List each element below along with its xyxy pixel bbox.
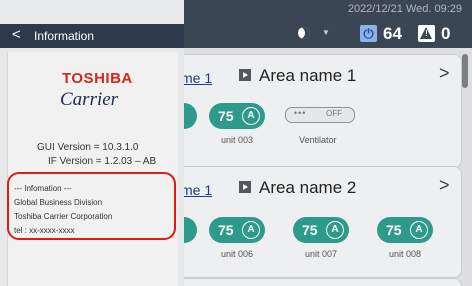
unit-pill[interactable]: 75 A bbox=[293, 217, 349, 243]
toshiba-logo: TOSHIBA bbox=[62, 70, 133, 87]
unit-temp: 75 bbox=[218, 222, 234, 238]
unit-label: unit 003 bbox=[221, 135, 254, 145]
scrollbar[interactable] bbox=[462, 54, 468, 88]
auto-mode-icon: A bbox=[326, 221, 344, 239]
information-panel: < Information TOSHIBA Carrier GUI Versio… bbox=[0, 0, 184, 286]
chevron-right-icon[interactable]: > bbox=[439, 63, 450, 84]
ventilator-dots: ••• bbox=[294, 108, 307, 118]
dropdown-arrow-icon[interactable]: ▼ bbox=[322, 28, 330, 37]
back-icon[interactable]: < bbox=[12, 26, 21, 43]
unit-label: unit 008 bbox=[389, 249, 422, 259]
area-name: Area name 1 bbox=[259, 66, 357, 85]
auto-mode-icon: A bbox=[410, 221, 428, 239]
panel-title: Information bbox=[34, 29, 95, 43]
area-link[interactable]: me 1 bbox=[181, 182, 212, 198]
unit-temp: 75 bbox=[302, 222, 318, 238]
mode-icon[interactable] bbox=[298, 27, 310, 39]
ventilator-toggle[interactable]: ••• OFF bbox=[285, 107, 355, 123]
panel-body bbox=[7, 52, 178, 286]
unit-pill[interactable]: 75 A bbox=[209, 103, 265, 129]
controller-screen: 2022/12/21 Wed. 09:29 ▼ ⏻ 64 ! 0 me 1 Ar… bbox=[0, 0, 472, 286]
power-icon[interactable]: ⏻ bbox=[360, 25, 377, 42]
if-version: IF Version = 1.2.03 – AB bbox=[48, 156, 157, 167]
unit-label: unit 006 bbox=[221, 249, 254, 259]
panel-header: < Information bbox=[0, 24, 184, 48]
area-link[interactable]: me 1 bbox=[181, 70, 212, 86]
power-count: 64 bbox=[383, 24, 402, 43]
area-name: Area name 2 bbox=[259, 178, 357, 197]
datetime: 2022/12/21 Wed. 09:29 bbox=[347, 3, 462, 15]
carrier-logo: Carrier bbox=[60, 89, 119, 110]
play-icon[interactable] bbox=[239, 181, 251, 193]
highlight-box bbox=[7, 172, 176, 240]
unit-temp: 75 bbox=[218, 108, 234, 124]
chevron-right-icon[interactable]: > bbox=[439, 175, 450, 196]
auto-mode-icon: A bbox=[242, 221, 260, 239]
play-icon[interactable] bbox=[239, 69, 251, 81]
alarm-icon[interactable]: ! bbox=[418, 25, 435, 42]
ventilator-label: Ventilator bbox=[299, 135, 337, 145]
unit-pill[interactable]: 75 A bbox=[209, 217, 265, 243]
app-frame: 2022/12/21 Wed. 09:29 ▼ ⏻ 64 ! 0 me 1 Ar… bbox=[0, 0, 472, 286]
gui-version: GUI Version = 10.3.1.0 bbox=[37, 142, 139, 153]
auto-mode-icon: A bbox=[242, 107, 260, 125]
unit-label: unit 007 bbox=[305, 249, 338, 259]
ventilator-status: OFF bbox=[326, 109, 342, 118]
alarm-count: 0 bbox=[441, 24, 451, 43]
unit-temp: 75 bbox=[386, 222, 402, 238]
unit-pill[interactable]: 75 A bbox=[377, 217, 433, 243]
